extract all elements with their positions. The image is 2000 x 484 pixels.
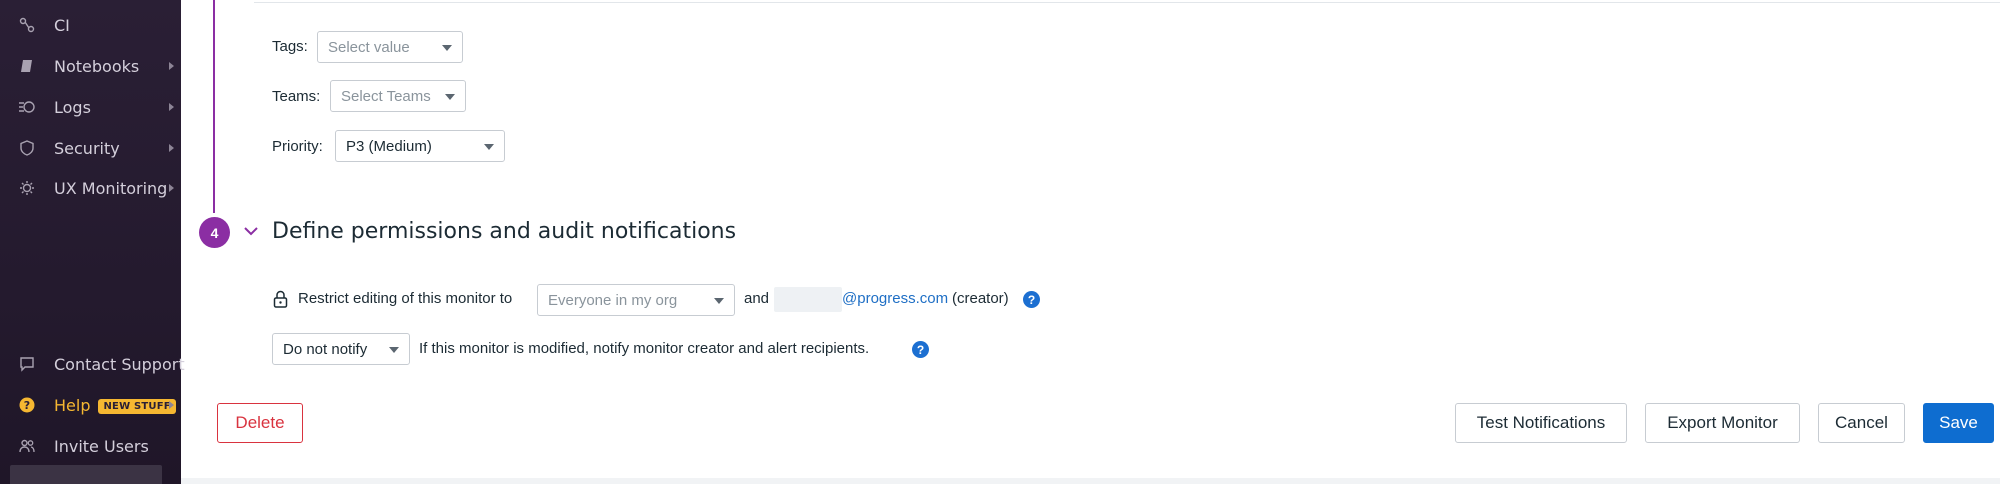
new-stuff-badge: NEW STUFF: [98, 398, 176, 414]
sidebar: CI Notebooks Logs Security UX Monitoring…: [0, 0, 185, 484]
users-icon: [18, 437, 36, 455]
sidebar-item-ci[interactable]: CI: [0, 7, 181, 43]
notebook-icon: [18, 57, 36, 75]
bottom-strip: [181, 478, 2000, 484]
chevron-right-icon: [169, 62, 174, 70]
and-text: and: [744, 290, 770, 307]
save-button[interactable]: Save: [1923, 403, 1994, 443]
teams-placeholder: Select Teams: [341, 87, 431, 105]
test-notifications-button[interactable]: Test Notifications: [1455, 403, 1627, 443]
dropdown-arrow-icon: [484, 144, 494, 150]
restrict-editing-label: Restrict editing of this monitor to: [298, 290, 513, 307]
dropdown-arrow-icon: [389, 347, 399, 353]
sidebar-item-invite-users[interactable]: Invite Users: [0, 428, 181, 464]
chevron-right-icon: [169, 401, 174, 409]
chevron-down-icon[interactable]: [242, 222, 260, 240]
sidebar-item-label: Notebooks: [54, 56, 140, 76]
teams-label: Teams:: [272, 88, 321, 105]
export-monitor-button[interactable]: Export Monitor: [1645, 403, 1800, 443]
lock-icon: [273, 290, 288, 308]
dropdown-arrow-icon: [714, 298, 724, 304]
help-question-icon[interactable]: ?: [912, 341, 929, 358]
cancel-button[interactable]: Cancel: [1818, 403, 1905, 443]
help-icon: ?: [18, 396, 36, 414]
sidebar-item-label: Invite Users: [54, 436, 149, 456]
notify-description: If this monitor is modified, notify moni…: [419, 340, 870, 357]
tags-label: Tags:: [272, 38, 308, 55]
notify-value: Do not notify: [283, 340, 368, 358]
redacted-email-name: [774, 287, 842, 312]
sidebar-item-label: CI: [54, 15, 70, 35]
chevron-right-icon: [169, 144, 174, 152]
restrict-editing-value: Everyone in my org: [548, 291, 678, 309]
svg-text:?: ?: [24, 399, 30, 412]
sidebar-item-label: Security: [54, 138, 120, 158]
sidebar-item-label: Contact Support: [54, 354, 185, 374]
dropdown-arrow-icon: [442, 45, 452, 51]
sidebar-item-contact-support[interactable]: Contact Support: [0, 346, 185, 382]
ci-pipeline-icon: [18, 16, 36, 34]
tags-select[interactable]: Select value: [317, 31, 463, 63]
sidebar-item-label: Logs: [54, 97, 91, 117]
priority-label: Priority:: [272, 138, 323, 155]
priority-select[interactable]: P3 (Medium): [335, 130, 505, 162]
creator-email-link[interactable]: @progress.com: [842, 290, 948, 307]
step-connector-line: [213, 0, 215, 213]
logs-icon: [18, 98, 36, 116]
shield-icon: [18, 139, 36, 157]
dropdown-arrow-icon: [445, 94, 455, 100]
sidebar-item-ux-monitoring[interactable]: UX Monitoring: [0, 170, 181, 206]
delete-button[interactable]: Delete: [217, 403, 303, 443]
sidebar-item-label: Help: [54, 395, 91, 415]
notify-select[interactable]: Do not notify: [272, 333, 410, 365]
chevron-right-icon: [169, 184, 174, 192]
sidebar-item-notebooks[interactable]: Notebooks: [0, 48, 181, 84]
teams-select[interactable]: Select Teams: [330, 80, 466, 112]
sidebar-item-security[interactable]: Security: [0, 130, 181, 166]
sidebar-thumbnail: [10, 465, 162, 484]
tags-placeholder: Select value: [328, 38, 410, 56]
section-divider: [254, 2, 2000, 3]
ux-monitoring-icon: [18, 179, 36, 197]
chat-icon: [18, 355, 36, 373]
sidebar-item-help[interactable]: ? Help NEW STUFF: [0, 387, 181, 423]
step-number-badge: 4: [199, 217, 230, 248]
creator-text: (creator): [952, 290, 1009, 307]
restrict-editing-select[interactable]: Everyone in my org: [537, 284, 735, 316]
sidebar-item-label: UX Monitoring: [54, 178, 168, 198]
sidebar-item-logs[interactable]: Logs: [0, 89, 181, 125]
section-title: Define permissions and audit notificatio…: [272, 219, 737, 244]
chevron-right-icon: [169, 103, 174, 111]
help-question-icon[interactable]: ?: [1023, 291, 1040, 308]
priority-value: P3 (Medium): [346, 137, 432, 155]
